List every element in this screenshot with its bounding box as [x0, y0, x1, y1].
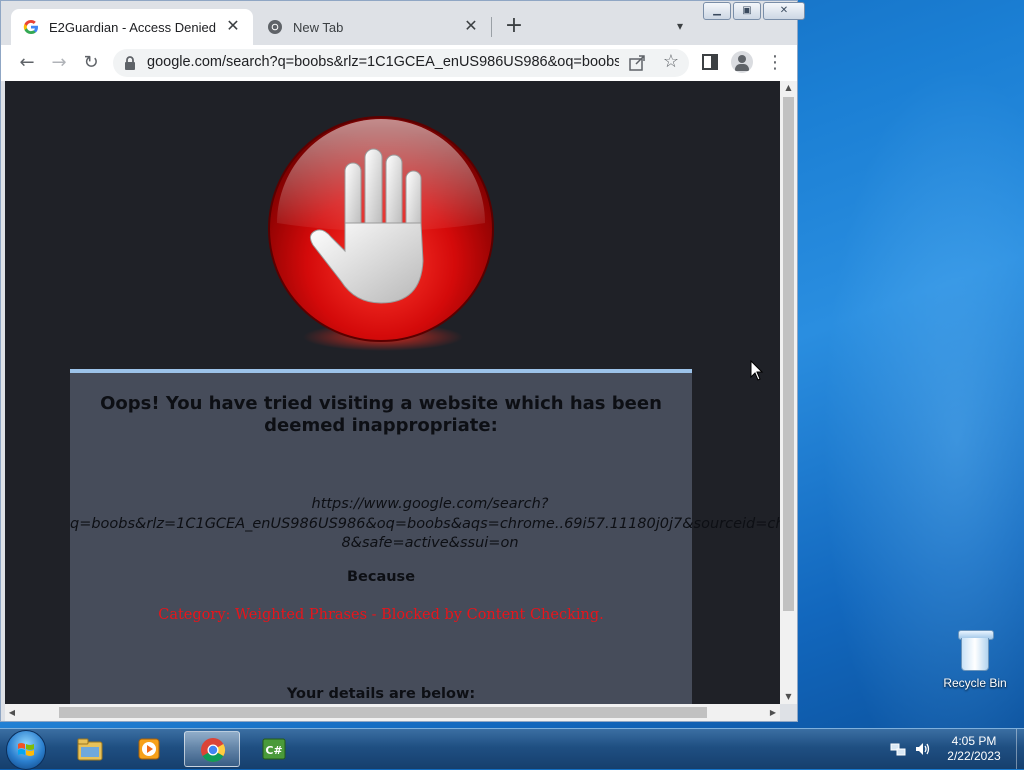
taskbar-chrome[interactable]: [184, 731, 240, 767]
chrome-icon: [201, 738, 226, 763]
share-icon[interactable]: [627, 53, 647, 73]
page-headline: Oops! You have tried visiting a website …: [100, 393, 662, 436]
block-reason: Category: Weighted Phrases - Blocked by …: [158, 607, 604, 623]
taskbar-csharp[interactable]: C#: [246, 731, 302, 767]
media-player-icon: [138, 738, 160, 760]
csharp-app-icon: C#: [262, 738, 286, 760]
back-arrow-icon[interactable]: ←: [15, 51, 39, 75]
forward-arrow-icon[interactable]: →: [47, 51, 71, 75]
address-bar[interactable]: google.com/search?q=boobs&rlz=1C1GCEA_en…: [113, 49, 689, 77]
volume-icon[interactable]: [914, 740, 932, 758]
page-viewport: Oops! You have tried visiting a website …: [5, 81, 780, 704]
start-button[interactable]: [6, 730, 46, 770]
browser-window: E2Guardian - Access Denied ✕ New Tab ✕ +…: [0, 0, 805, 722]
clock-date: 2/22/2023: [947, 749, 1001, 763]
tab-separator: [491, 17, 492, 37]
browser-toolbar: ← → ↻ google.com/search?q=boobs&rlz=1C1G…: [1, 45, 797, 81]
tab-search-chevron-icon[interactable]: ▾: [671, 17, 689, 35]
show-desktop-button[interactable]: [1016, 729, 1024, 769]
scroll-down-arrow-icon[interactable]: ▼: [780, 690, 797, 704]
tab-title: New Tab: [293, 19, 344, 35]
google-icon: [23, 19, 39, 35]
lock-icon[interactable]: [123, 55, 137, 71]
svg-text:C#: C#: [265, 744, 282, 757]
horizontal-scrollbar[interactable]: ◀ ▶: [5, 704, 780, 721]
new-tab-plus-icon[interactable]: +: [503, 15, 525, 37]
address-url: google.com/search?q=boobs&rlz=1C1GCEA_en…: [147, 54, 619, 70]
vertical-scroll-thumb[interactable]: [783, 97, 794, 611]
vertical-scrollbar[interactable]: ▲ ▼: [780, 81, 797, 704]
blocked-url-text: https://www.google.com/search? q=boobs&r…: [70, 496, 780, 551]
close-tab-icon[interactable]: ✕: [463, 19, 479, 35]
reload-icon[interactable]: ↻: [79, 51, 103, 75]
chrome-icon: [267, 19, 283, 35]
bookmark-star-icon[interactable]: ☆: [661, 51, 681, 71]
kebab-menu-icon[interactable]: ⋮: [765, 53, 785, 73]
clock-time: 4:05 PM: [951, 734, 997, 748]
scroll-up-arrow-icon[interactable]: ▲: [780, 81, 797, 95]
desktop-background: [800, 0, 1024, 730]
recycle-bin-shortcut[interactable]: Recycle Bin: [942, 630, 1008, 690]
because-label: Because: [346, 569, 416, 585]
network-icon[interactable]: [890, 741, 906, 757]
tab-e2guardian[interactable]: E2Guardian - Access Denied ✕: [11, 9, 253, 45]
windows-explorer-icon: [77, 738, 103, 761]
profile-avatar-icon[interactable]: [731, 51, 753, 73]
windows-logo-icon: [18, 743, 34, 756]
horizontal-scroll-thumb[interactable]: [59, 707, 707, 718]
window-controls: ▁ ▣ ✕: [703, 2, 805, 20]
tab-title: E2Guardian - Access Denied: [49, 19, 216, 35]
clock[interactable]: 4:05 PM 2/22/2023: [938, 734, 1010, 764]
stop-hand-icon: [268, 116, 494, 351]
close-tab-icon[interactable]: ✕: [225, 19, 241, 35]
access-denied-panel: Oops! You have tried visiting a website …: [70, 369, 780, 704]
tab-strip: E2Guardian - Access Denied ✕ New Tab ✕ +…: [1, 1, 805, 45]
scroll-left-arrow-icon[interactable]: ◀: [5, 704, 19, 721]
taskbar-explorer[interactable]: [62, 731, 118, 767]
close-window-button[interactable]: ✕: [763, 2, 805, 20]
taskbar: C# 4:05 PM 2/22/2023: [0, 728, 1024, 770]
taskbar-media-player[interactable]: [122, 731, 178, 767]
side-panel-icon[interactable]: [701, 53, 719, 71]
mouse-cursor-icon: [750, 360, 764, 381]
recycle-bin-icon: [958, 630, 994, 672]
tab-new-tab[interactable]: New Tab ✕: [255, 9, 491, 45]
recycle-bin-label: Recycle Bin: [943, 676, 1007, 690]
restore-button[interactable]: ▣: [733, 2, 761, 20]
scroll-right-arrow-icon[interactable]: ▶: [766, 704, 780, 721]
details-heading: Your details are below:: [286, 686, 476, 702]
system-tray: 4:05 PM 2/22/2023: [886, 729, 1024, 769]
minimize-button[interactable]: ▁: [703, 2, 731, 20]
